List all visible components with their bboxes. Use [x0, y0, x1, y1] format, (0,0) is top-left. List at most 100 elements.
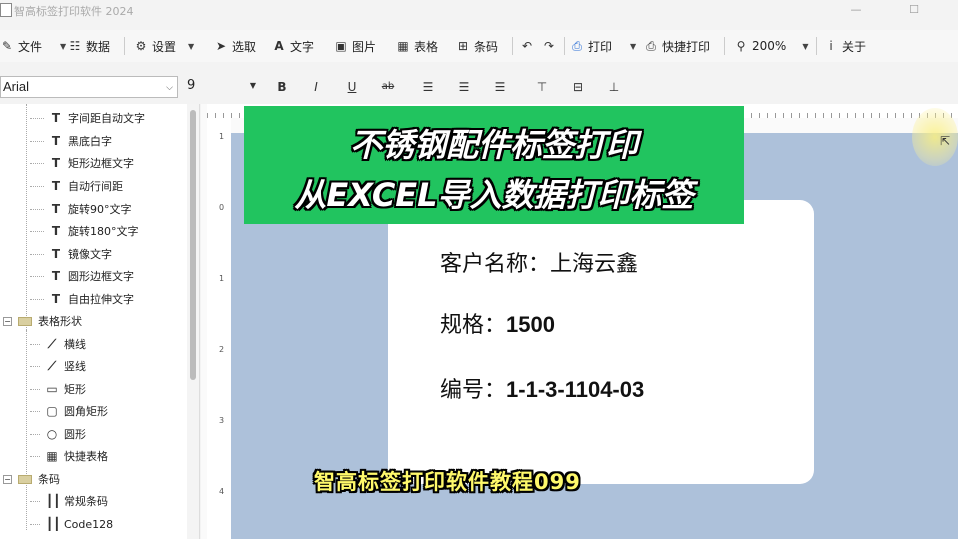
underline-button[interactable]: U [340, 76, 364, 98]
text-icon: T [51, 179, 61, 193]
bold-button[interactable]: B [270, 76, 294, 98]
print-button[interactable]: ⎙ 打印 ▼ [570, 30, 636, 62]
about-button[interactable]: i 关于 [824, 30, 866, 62]
zoom-icon: ⚲ [736, 39, 746, 53]
font-size-select[interactable]: 9 ▼ [183, 76, 258, 98]
select-tool-button[interactable]: ➤ 选取 [214, 30, 256, 62]
data-label: 数据 [86, 39, 111, 54]
redo-button[interactable]: ↷ [542, 30, 556, 62]
serial-text[interactable]: 编号：1-1-3-1104-03 [440, 372, 644, 404]
text-icon: T [51, 202, 61, 216]
serial-label: 编号： [440, 378, 507, 403]
tree-item-label: 竖线 [64, 360, 86, 373]
label-paper[interactable] [388, 200, 814, 484]
main-toolbar: ✎ 文件 ▼ ☷ 数据 ⚙ 设置 ▼ ➤ 选取 A 文字 ▣ 图片 ▦ 表格 ⊞… [0, 30, 958, 62]
spec-text[interactable]: 规格：1500 [440, 307, 555, 339]
data-button[interactable]: ☷ 数据 [68, 30, 110, 62]
tree-item-label: 自由拉伸文字 [68, 293, 134, 306]
maximize-button[interactable]: ☐ [894, 0, 934, 22]
tree-item[interactable]: ⟋ 横线 [30, 333, 86, 355]
align-top-button[interactable]: ⊤ [530, 76, 554, 98]
text-icon: T [51, 292, 61, 306]
align-center-icon: ☰ [458, 80, 470, 94]
font-size-value: 9 [187, 78, 196, 93]
file-icon: ✎ [1, 39, 13, 53]
chevron-down-icon: ⌵ [166, 82, 173, 92]
settings-button[interactable]: ⚙ 设置 ▼ [134, 30, 195, 62]
image-tool-button[interactable]: ▣ 图片 [334, 30, 376, 62]
tree-scroll-thumb[interactable] [190, 110, 196, 380]
tree-item[interactable]: T 黑底白字 [30, 130, 112, 152]
strikethrough-button[interactable]: ab [376, 76, 400, 98]
tree-item[interactable]: T 镜像文字 [30, 243, 112, 265]
image-icon: ▣ [335, 39, 347, 53]
gear-icon: ⚙ [135, 39, 147, 53]
align-bottom-button[interactable]: ⊥ [602, 76, 626, 98]
file-button[interactable]: ✎ 文件 ▼ [0, 30, 66, 62]
table-tool-button[interactable]: ▦ 表格 [396, 30, 438, 62]
text-icon: T [51, 247, 61, 261]
quick-print-button[interactable]: ⎙ 快捷打印 [644, 30, 710, 62]
data-icon: ☷ [69, 39, 81, 53]
quick-print-icon: ⎙ [646, 38, 656, 53]
tree-group-shapes[interactable]: − 表格形状 [3, 310, 82, 332]
tree-item[interactable]: ┃┃ 常规条码 [30, 490, 108, 512]
tree-item[interactable]: ⟋ 竖线 [30, 355, 86, 377]
barcode-tool-button[interactable]: ⊞ 条码 [456, 30, 498, 62]
align-middle-button[interactable]: ⊟ [566, 76, 590, 98]
tree-item[interactable]: T 旋转90°文字 [30, 198, 132, 220]
customer-name-text[interactable]: 客户名称：上海云鑫 [440, 246, 638, 278]
zoom-dropdown[interactable]: ⚲ 200% ▼ [734, 30, 809, 62]
rectangle-icon: ▭ [46, 382, 58, 396]
printer-icon: ⎙ [572, 38, 582, 53]
tree-item[interactable]: T 矩形边框文字 [30, 152, 134, 174]
align-left-button[interactable]: ☰ [416, 76, 440, 98]
ruler-mark: 1 [219, 274, 225, 283]
tree-item[interactable]: ┃┃ Code128 [30, 513, 113, 535]
select-label: 选取 [232, 39, 257, 54]
tree-item[interactable]: T 旋转180°文字 [30, 220, 139, 242]
barcode-label: 条码 [474, 39, 499, 54]
tree-item[interactable]: T 圆形边框文字 [30, 265, 134, 287]
tree-item[interactable]: ▦ 快捷表格 [30, 445, 108, 467]
tree-item-label: 黑底白字 [68, 135, 112, 148]
align-left-icon: ☰ [422, 80, 434, 94]
tree-line [26, 330, 27, 530]
text-tool-button[interactable]: A 文字 [272, 30, 314, 62]
title-bar: 智高标签打印软件 2024 — ☐ [0, 0, 958, 22]
ruler-mark: 4 [219, 487, 225, 496]
file-label: 文件 [18, 39, 43, 54]
table-icon: ▦ [46, 449, 58, 463]
italic-button[interactable]: I [304, 76, 328, 98]
tree-item[interactable]: ▭ 矩形 [30, 378, 86, 400]
undo-button[interactable]: ↶ [520, 30, 534, 62]
minimize-button[interactable]: — [836, 0, 876, 22]
tree-item-label: 镜像文字 [68, 248, 112, 261]
tree-item[interactable]: T 字间距自动文字 [30, 107, 145, 129]
barcode-icon: ⊞ [457, 39, 469, 53]
line-icon: ⟋ [47, 336, 57, 351]
tree-item-label: 快捷表格 [64, 450, 108, 463]
tree-item-label: Code128 [64, 517, 114, 531]
ruler-mark: 1 [219, 132, 225, 141]
tree-item[interactable]: T 自动行间距 [30, 175, 123, 197]
tree-group-barcode[interactable]: − 条码 [3, 468, 60, 490]
tree-item-label: 旋转90°文字 [68, 203, 132, 216]
align-top-icon: ⊤ [536, 80, 548, 94]
align-center-button[interactable]: ☰ [452, 76, 476, 98]
font-name-select[interactable]: Arial ⌵ [0, 76, 178, 98]
tree-item[interactable]: T 自由拉伸文字 [30, 288, 134, 310]
align-right-button[interactable]: ☰ [488, 76, 512, 98]
window-title: 智高标签打印软件 2024 [14, 5, 134, 18]
toolbar-divider [564, 37, 565, 55]
left-ruler: 1 0 1 2 3 4 [207, 118, 231, 539]
chevron-down-icon: ▼ [249, 81, 256, 90]
line-icon: ⟋ [47, 358, 57, 373]
element-tree-panel: T 字间距自动文字 T 黑底白字 T 矩形边框文字 T 自动行间距 T 旋转90°文字 T… [0, 104, 200, 539]
tree-item[interactable]: ○ 圆形 [30, 423, 86, 445]
chevron-down-icon: ▼ [802, 41, 809, 51]
ruler-mark: 2 [219, 345, 225, 354]
table-label: 表格 [414, 39, 439, 54]
tree-item[interactable]: ▢ 圆角矩形 [30, 400, 108, 422]
toolbar-divider [724, 37, 725, 55]
